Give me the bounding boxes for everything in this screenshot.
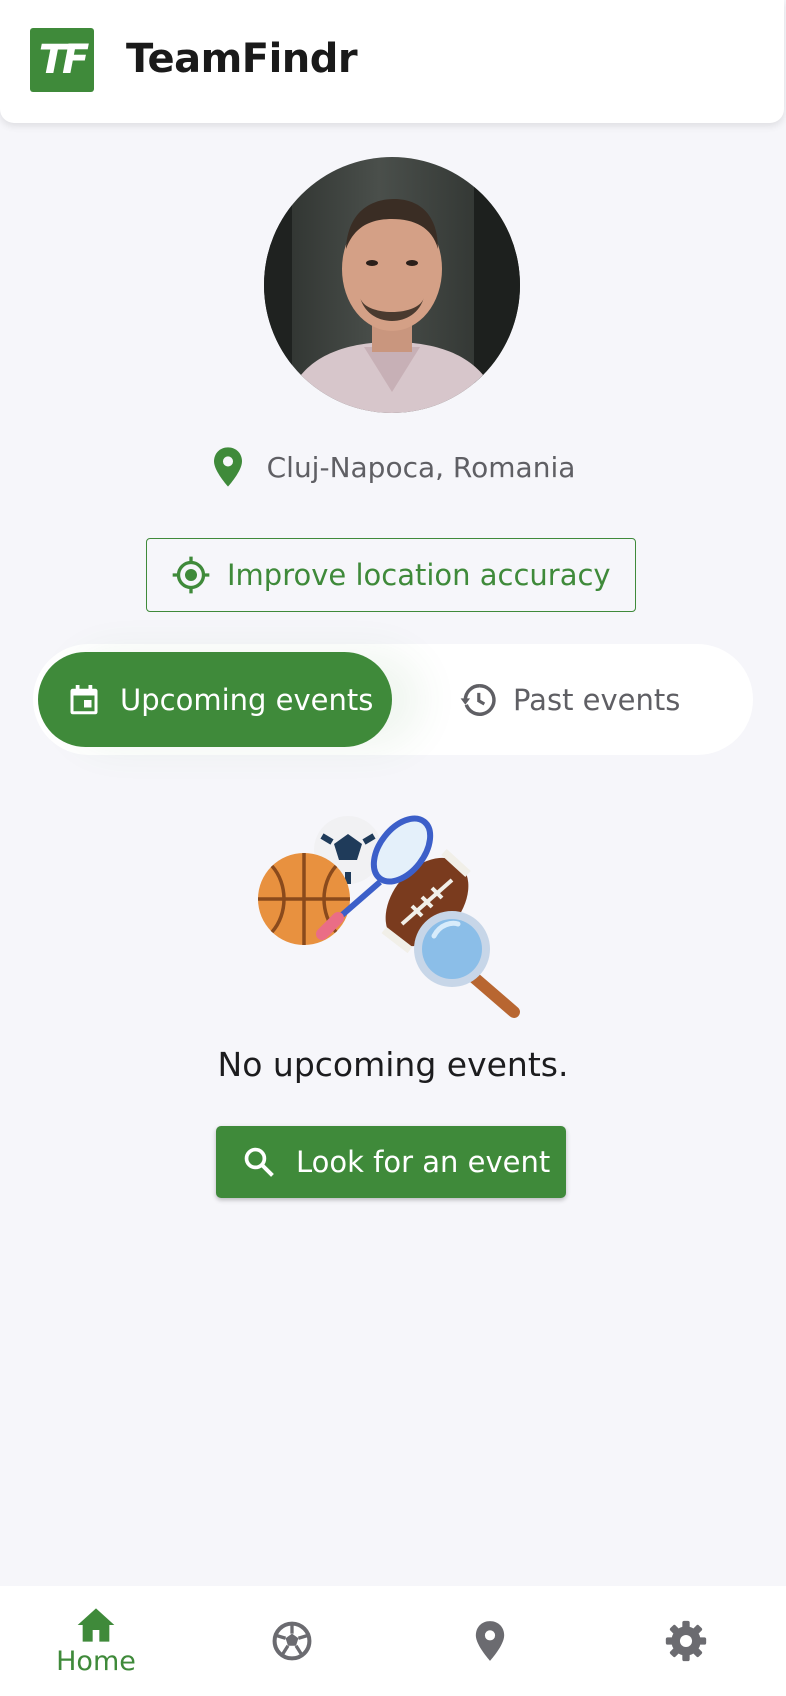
tab-past-label: Past events	[513, 682, 681, 717]
gear-icon	[665, 1620, 707, 1662]
tab-upcoming-events[interactable]: Upcoming events	[38, 652, 392, 747]
empty-state-message: No upcoming events.	[217, 1045, 569, 1084]
tab-upcoming-label: Upcoming events	[120, 682, 374, 717]
app-logo-text: TF	[38, 37, 90, 83]
look-for-event-button[interactable]: Look for an event	[216, 1126, 566, 1198]
look-for-event-label: Look for an event	[296, 1145, 551, 1179]
map-pin-icon	[213, 447, 242, 487]
improve-location-label: Improve location accuracy	[227, 558, 611, 592]
avatar-photo	[264, 157, 520, 413]
location-row: Cluj-Napoca, Romania	[0, 443, 786, 491]
nav-map[interactable]	[410, 1586, 570, 1696]
events-segmented-control: Upcoming events Past events	[33, 644, 753, 755]
search-icon	[244, 1147, 274, 1177]
bottom-navigation: Home	[0, 1586, 786, 1696]
app-title: TeamFindr	[126, 36, 358, 82]
location-text: Cluj-Napoca, Romania	[266, 450, 576, 484]
profile-avatar[interactable]	[264, 157, 520, 413]
nav-home-label: Home	[56, 1645, 136, 1677]
app-bar: TF TeamFindr	[0, 0, 784, 123]
sports-balls-search-illustration	[252, 812, 542, 1027]
gps-target-icon	[172, 556, 210, 594]
calendar-icon	[70, 684, 98, 714]
app-logo: TF	[30, 28, 94, 92]
nav-settings[interactable]	[606, 1586, 766, 1696]
improve-location-button[interactable]: Improve location accuracy	[146, 538, 636, 612]
soccer-ball-icon	[272, 1621, 312, 1661]
nav-home[interactable]: Home	[16, 1586, 176, 1696]
nav-sports[interactable]	[212, 1586, 372, 1696]
tab-past-events[interactable]: Past events	[459, 652, 719, 747]
history-icon	[460, 683, 496, 716]
home-icon	[77, 1607, 115, 1642]
map-pin-icon	[475, 1621, 505, 1661]
